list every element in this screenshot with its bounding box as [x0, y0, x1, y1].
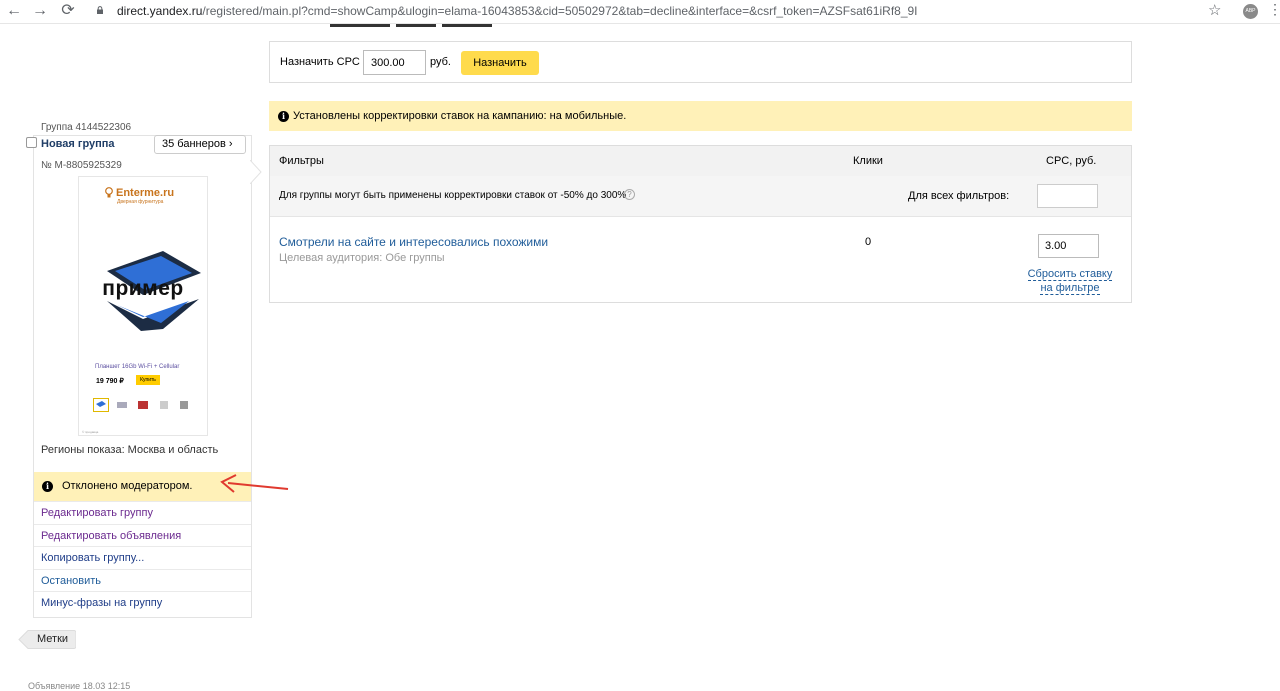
clicks-value: 0	[865, 236, 872, 248]
ad-product: Планшет 16Gb Wi-Fi + Cellular	[95, 364, 180, 370]
address-bar[interactable]: direct.yandex.ru/registered/main.pl?cmd=…	[117, 2, 918, 20]
ad-buy-button: Купить	[136, 375, 160, 385]
reload-icon[interactable]: ⟳	[58, 2, 78, 20]
group-number: № M-8805925329	[41, 160, 122, 171]
banners-button[interactable]: 35 баннеров ›	[154, 135, 246, 154]
copy-group-link[interactable]: Копировать группу...	[34, 546, 251, 568]
filters-table: Фильтры Клики CPC, руб. Для группы могут…	[269, 145, 1132, 303]
adblock-extension-icon[interactable]: ABP	[1243, 4, 1258, 19]
thumbnail	[93, 398, 109, 412]
group-name[interactable]: Новая группа	[41, 138, 115, 150]
forward-icon[interactable]: →	[30, 2, 50, 20]
ad-price: 19 790 ₽	[96, 378, 124, 385]
ad-logo-subtitle: Дверная фурнитура	[117, 199, 164, 205]
ad-logo: Enterme.ru	[116, 187, 175, 199]
edit-group-link[interactable]: Редактировать группу	[34, 501, 251, 523]
ad-banner-image[interactable]: Enterme.ru Дверная фурнитура пример План…	[78, 176, 208, 436]
negative-keywords-link[interactable]: Минус-фразы на группу	[34, 591, 251, 613]
browser-toolbar: ← → ⟳ direct.yandex.ru/registered/main.p…	[0, 0, 1280, 24]
group-id: Группа 4144522306	[41, 122, 132, 133]
page-title-cut	[330, 24, 492, 27]
adjustment-note: Для группы могут быть применены корректи…	[279, 190, 627, 201]
adjustment-row: Для группы могут быть применены корректи…	[270, 176, 1131, 217]
stop-group-link[interactable]: Остановить	[34, 569, 251, 591]
edit-ads-link[interactable]: Редактировать объявления	[34, 524, 251, 546]
info-icon: i	[278, 111, 289, 122]
filter-link[interactable]: Смотрели на сайте и интересовались похож…	[279, 235, 548, 249]
browser-menu-icon[interactable]: ⋮	[1268, 1, 1280, 18]
info-icon: i	[42, 481, 53, 492]
reset-line-2[interactable]: на фильтре	[1040, 282, 1100, 295]
card-pointer	[250, 160, 262, 184]
back-icon[interactable]: ←	[4, 2, 24, 20]
red-arrow-annotation	[220, 474, 289, 493]
help-icon[interactable]: ?	[624, 189, 635, 200]
regions-text: Регионы показа: Москва и область	[41, 444, 219, 456]
thumbnail	[180, 401, 188, 409]
all-filters-label: Для всех фильтров:	[908, 190, 1010, 202]
header-cpc: CPC, руб.	[1046, 155, 1097, 167]
thumbnail	[138, 401, 148, 409]
banners-label: 35 баннеров	[162, 138, 226, 150]
bid-assign-panel: Назначить CPC руб. Назначить	[269, 41, 1132, 83]
url-host: direct.yandex.ru	[117, 4, 203, 18]
filter-cpc-input[interactable]	[1038, 234, 1099, 258]
ad-disclaimer: © продавца	[82, 430, 99, 434]
reset-bid-link[interactable]: Сбросить ставку на фильтре	[1018, 267, 1122, 295]
ad-headline: пример	[102, 277, 184, 300]
lock-icon	[97, 6, 103, 14]
bookmark-star-icon[interactable]: ☆	[1208, 1, 1221, 19]
footer-text: Объявление 18.03 12:15	[28, 681, 131, 691]
audience-text: Целевая аудитория: Обе группы	[279, 252, 445, 264]
warning-text: Установлены корректировки ставок на камп…	[293, 110, 627, 122]
table-header: Фильтры Клики CPC, руб.	[270, 146, 1131, 176]
header-filters: Фильтры	[279, 155, 324, 167]
group-checkbox[interactable]	[26, 137, 37, 148]
currency-label: руб.	[430, 56, 451, 68]
status-text: Отклонено модератором.	[62, 480, 193, 492]
thumbnail	[117, 402, 127, 408]
bid-label: Назначить CPC	[280, 56, 360, 68]
bid-adjustment-warning: i Установлены корректировки ставок на ка…	[269, 101, 1132, 131]
assign-button[interactable]: Назначить	[461, 51, 539, 75]
thumbnail	[160, 401, 168, 409]
url-path: /registered/main.pl?cmd=showCamp&ulogin=…	[202, 4, 918, 18]
chevron-right-icon: ›	[228, 138, 233, 150]
header-clicks: Клики	[853, 155, 883, 167]
tags-label: Метки	[37, 633, 69, 645]
bulb-logo-icon	[105, 187, 113, 198]
bid-input[interactable]	[363, 50, 426, 75]
all-filters-cpc-input[interactable]	[1037, 184, 1098, 208]
reset-line-1[interactable]: Сбросить ставку	[1027, 268, 1113, 281]
